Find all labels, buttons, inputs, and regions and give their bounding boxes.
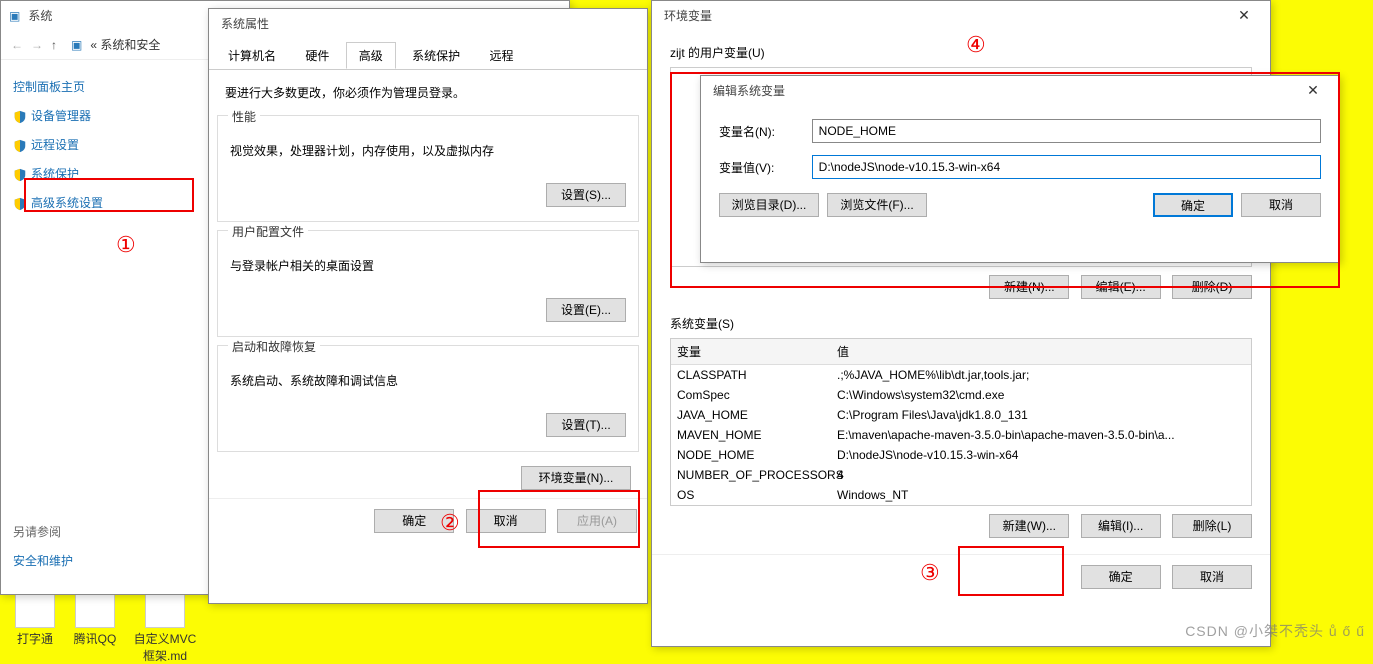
close-icon[interactable]: ✕ — [1295, 82, 1331, 99]
perf-desc: 视觉效果，处理器计划，内存使用，以及虚拟内存 — [230, 142, 626, 159]
browse-dir-button[interactable]: 浏览目录(D)... — [719, 193, 819, 217]
breadcrumb[interactable]: « 系统和安全 — [90, 36, 160, 53]
delete-l-button[interactable]: 删除(L) — [1172, 514, 1252, 538]
edit-i-button[interactable]: 编辑(I)... — [1081, 514, 1161, 538]
tab-protection[interactable]: 系统保护 — [399, 42, 473, 69]
apply-button[interactable]: 应用(A) — [557, 509, 637, 533]
table-row: JAVA_HOMEC:\Program Files\Java\jdk1.8.0_… — [671, 405, 1251, 425]
see-also-link[interactable]: 安全和维护 — [1, 546, 201, 575]
table-row: MAVEN_HOMEE:\maven\apache-maven-3.5.0-bi… — [671, 425, 1251, 445]
desktop-icon-qq[interactable]: 腾讯QQ — [60, 588, 130, 647]
titlebar: 编辑系统变量✕ — [701, 76, 1339, 105]
group-title: 性能 — [228, 108, 260, 125]
table-row: ComSpecC:\Windows\system32\cmd.exe — [671, 385, 1251, 405]
var-name-input[interactable] — [812, 119, 1321, 143]
intro-text: 要进行大多数更改，你必须作为管理员登录。 — [209, 70, 647, 107]
sidebar: 控制面板主页 设备管理器 远程设置 系统保护 高级系统设置 另请参阅 安全和维护 — [1, 60, 201, 587]
table-row: CLASSPATH.;%JAVA_HOME%\lib\dt.jar,tools.… — [671, 365, 1251, 385]
settings-e-button[interactable]: 设置(E)... — [546, 298, 626, 322]
monitor-icon: ▣ — [71, 38, 82, 52]
desktop-icon-label: 腾讯QQ — [74, 632, 117, 646]
profiles-group: 用户配置文件 与登录帐户相关的桌面设置 设置(E)... — [217, 230, 639, 337]
edit-e-button[interactable]: 编辑(E)... — [1081, 275, 1161, 299]
table-row: NODE_HOMED:\nodeJS\node-v10.15.3-win-x64 — [671, 445, 1251, 465]
new-w-button[interactable]: 新建(W)... — [989, 514, 1069, 538]
cancel-button[interactable]: 取消 — [466, 509, 546, 533]
startup-group: 启动和故障恢复 系统启动、系统故障和调试信息 设置(T)... — [217, 345, 639, 452]
system-properties-dialog: 系统属性 计算机名 硬件 高级 系统保护 远程 要进行大多数更改，你必须作为管理… — [208, 8, 648, 604]
cancel-button[interactable]: 取消 — [1172, 565, 1252, 589]
settings-t-button[interactable]: 设置(T)... — [546, 413, 626, 437]
monitor-icon: ▣ — [9, 9, 20, 23]
profiles-desc: 与登录帐户相关的桌面设置 — [230, 257, 626, 274]
group-title: 启动和故障恢复 — [228, 338, 320, 355]
var-value-input[interactable] — [812, 155, 1321, 179]
var-value-label: 变量值(V): — [719, 159, 812, 176]
window-title: 编辑系统变量 — [709, 82, 1295, 99]
table-row: NUMBER_OF_PROCESSORS4 — [671, 465, 1251, 485]
up-icon[interactable]: ↑ — [51, 38, 57, 52]
ok-button[interactable]: 确定 — [1081, 565, 1161, 589]
window-title: 环境变量 — [660, 7, 1226, 24]
titlebar: 环境变量✕ — [652, 1, 1270, 30]
close-icon[interactable]: ✕ — [1226, 7, 1262, 24]
desktop-icon-mvc[interactable]: 自定义MVC框架.md — [130, 588, 200, 664]
marker-1: ① — [116, 232, 136, 258]
window-title: 系统属性 — [217, 15, 639, 32]
shield-icon — [13, 168, 27, 182]
tab-remote[interactable]: 远程 — [476, 42, 526, 69]
sys-vars-title: 系统变量(S) — [670, 315, 1252, 332]
startup-desc: 系统启动、系统故障和调试信息 — [230, 372, 626, 389]
marker-3: ③ — [920, 560, 940, 586]
see-also-title: 另请参阅 — [1, 517, 201, 546]
tab-computer-name[interactable]: 计算机名 — [215, 42, 289, 69]
var-name-label: 变量名(N): — [719, 123, 812, 140]
table-row: OSWindows_NT — [671, 485, 1251, 505]
sidebar-link-advanced[interactable]: 高级系统设置 — [1, 188, 201, 217]
tab-advanced[interactable]: 高级 — [346, 42, 396, 69]
sys-vars-list[interactable]: 变量值 CLASSPATH.;%JAVA_HOME%\lib\dt.jar,to… — [670, 338, 1252, 506]
edit-variable-dialog: 编辑系统变量✕ 变量名(N): 变量值(V): 浏览目录(D)... 浏览文件(… — [700, 75, 1340, 263]
shield-icon — [13, 139, 27, 153]
sidebar-link-sysprotect[interactable]: 系统保护 — [1, 159, 201, 188]
user-vars-title: zijt 的用户变量(U) — [670, 44, 1252, 61]
performance-group: 性能 视觉效果，处理器计划，内存使用，以及虚拟内存 设置(S)... — [217, 115, 639, 222]
marker-4: ④ — [966, 32, 986, 58]
sidebar-title: 控制面板主页 — [1, 72, 201, 101]
shield-icon — [13, 197, 27, 211]
forward-icon[interactable]: → — [31, 38, 43, 52]
sidebar-link-device-mgr[interactable]: 设备管理器 — [1, 101, 201, 130]
ok-button[interactable]: 确定 — [1153, 193, 1233, 217]
hdr-val: 值 — [837, 343, 1245, 360]
desktop-icon-label: 自定义MVC框架.md — [134, 632, 197, 663]
hdr-var: 变量 — [677, 343, 837, 360]
marker-2: ② — [440, 510, 460, 536]
titlebar: 系统属性 — [209, 9, 647, 38]
env-vars-button[interactable]: 环境变量(N)... — [521, 466, 631, 490]
new-n-button[interactable]: 新建(N)... — [989, 275, 1069, 299]
desktop-icon-label: 打字通 — [17, 632, 53, 646]
settings-s-button[interactable]: 设置(S)... — [546, 183, 626, 207]
tab-bar: 计算机名 硬件 高级 系统保护 远程 — [209, 38, 647, 70]
tab-hardware[interactable]: 硬件 — [292, 42, 342, 69]
delete-d-button[interactable]: 删除(D) — [1172, 275, 1252, 299]
cancel-button[interactable]: 取消 — [1241, 193, 1321, 217]
back-icon[interactable]: ← — [11, 38, 23, 52]
browse-file-button[interactable]: 浏览文件(F)... — [827, 193, 927, 217]
sidebar-link-remote[interactable]: 远程设置 — [1, 130, 201, 159]
shield-icon — [13, 110, 27, 124]
group-title: 用户配置文件 — [228, 223, 308, 240]
watermark: CSDN @小桀不秃头 ů ő ű — [1185, 621, 1365, 641]
